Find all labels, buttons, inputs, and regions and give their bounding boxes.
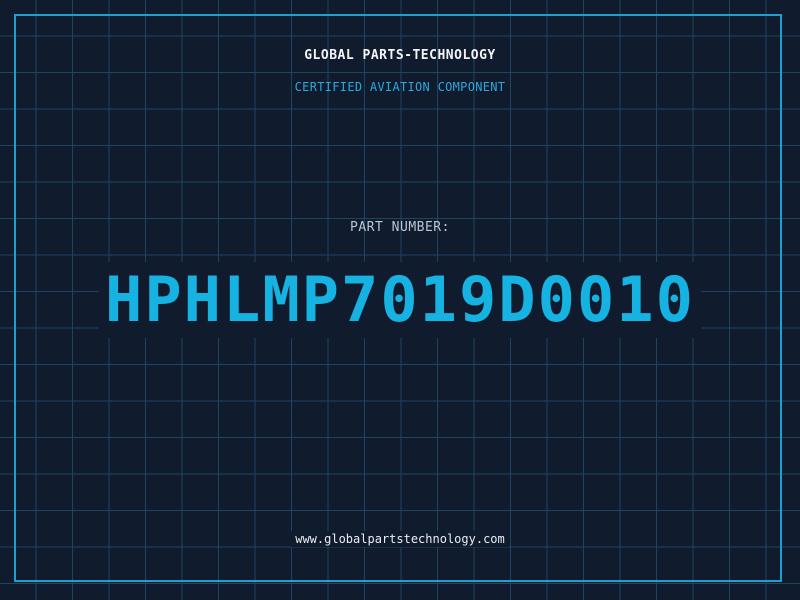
part-number-label: PART NUMBER:: [350, 220, 450, 235]
part-number-container: HPHLMP7019D0010: [0, 262, 800, 338]
part-number-value: HPHLMP7019D0010: [99, 262, 701, 338]
blueprint-card: GLOBAL PARTS-TECHNOLOGY CERTIFIED AVIATI…: [0, 0, 800, 600]
website-url: www.globalpartstechnology.com: [291, 531, 509, 547]
footer: www.globalpartstechnology.com: [0, 530, 800, 548]
brand-title: GLOBAL PARTS-TECHNOLOGY: [304, 48, 496, 63]
certification-subtitle: CERTIFIED AVIATION COMPONENT: [294, 80, 506, 94]
